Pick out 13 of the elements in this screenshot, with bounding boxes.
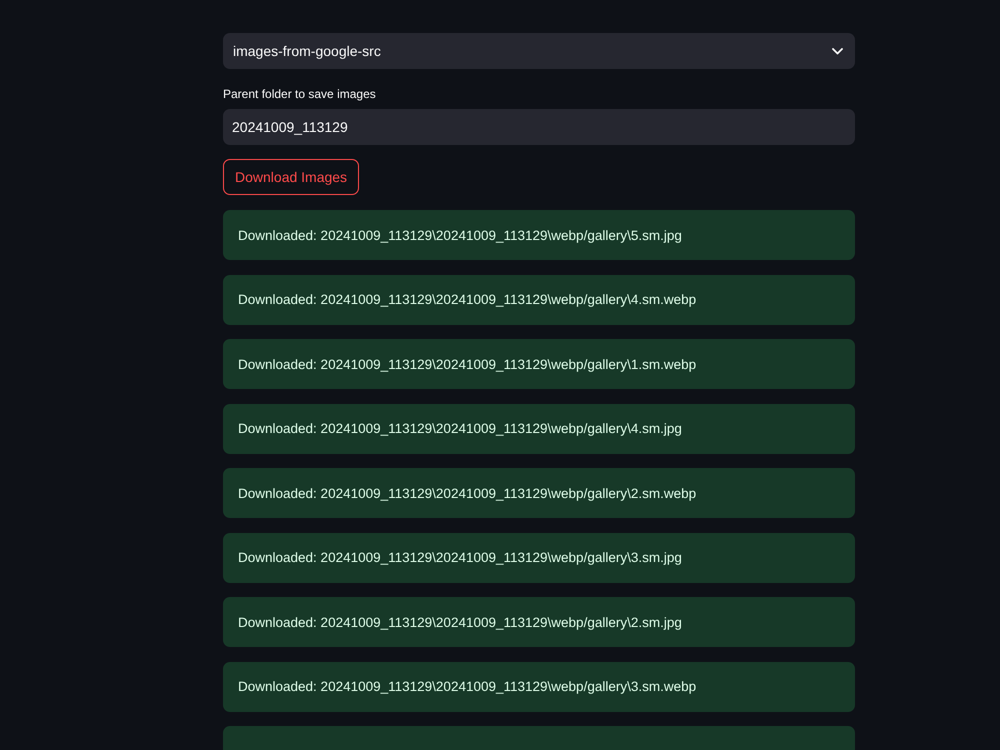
chevron-down-icon (832, 48, 843, 54)
message-text: Downloaded: 20241009_113129\20241009_113129\webp/gallery\5.sm.jpg (238, 228, 682, 242)
message-text: Downloaded: 20241009_113129\20241009_113129\webp/gallery\3.sm.webp (238, 679, 696, 694)
message-text: Downloaded: 20241009_113129\20241009_113129\webp/gallery\4.sm.webp (238, 292, 696, 307)
download-button[interactable]: Download Images (223, 159, 360, 195)
message-text: Downloaded: 20241009_113129\20241009_113129\webp/gallery\2.sm.webp (238, 486, 696, 500)
message-text: Downloaded: 20241009_113129\20241009_113129\webp/gallery\2.sm.jpg (238, 614, 682, 630)
folder-input[interactable]: 20241009_113129 (223, 109, 855, 145)
message-text: Downloaded: 20241009_113129\20241009_113129\webp/gallery\3.sm.jpg (238, 550, 682, 565)
message-text: Downloaded: 20241009_113129\20241009_113129\webp/gallery\4.sm.jpg (238, 421, 682, 436)
message-text: Downloaded: 20241009_113129\20241009_113129\webp/gallery\1.sm.webp (238, 356, 696, 372)
field-label: Parent folder to save images (223, 87, 376, 102)
source-dropdown[interactable]: images-from-google-src (223, 33, 855, 69)
